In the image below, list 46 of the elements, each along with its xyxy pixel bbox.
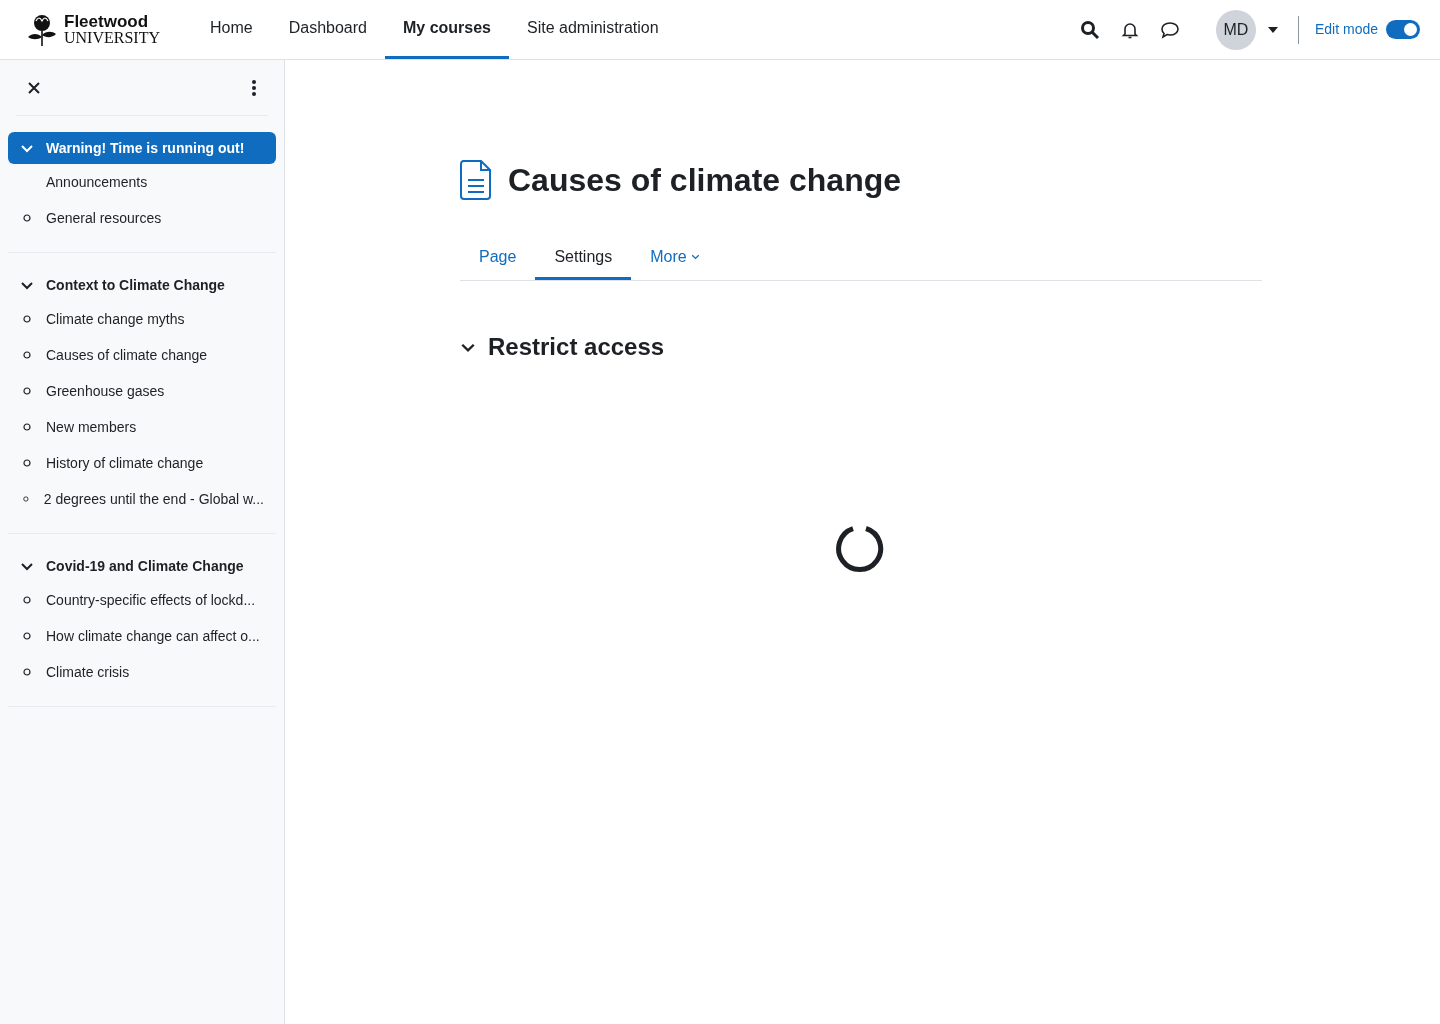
nav-link[interactable]: Site administration xyxy=(509,0,677,59)
activity-link[interactable]: Greenhouse gases xyxy=(8,373,276,409)
chevron-icon xyxy=(690,252,700,261)
page-title: Causes of climate change xyxy=(508,161,902,200)
kebab-menu-icon[interactable] xyxy=(252,79,256,96)
search-icon[interactable] xyxy=(1079,19,1100,40)
edit-mode-switch[interactable] xyxy=(1386,20,1420,39)
nav-link[interactable]: My courses xyxy=(384,0,509,59)
section-toggle[interactable]: Restrict access xyxy=(460,329,665,365)
activity-link[interactable]: General resources xyxy=(8,200,276,236)
section-heading[interactable]: Covid-19 and Climate Change xyxy=(8,550,276,582)
circle-icon xyxy=(23,214,31,222)
activity-link[interactable]: How climate change can affect o... xyxy=(8,618,276,654)
speech-bubble-icon[interactable] xyxy=(1159,19,1180,40)
page-tab[interactable]: More xyxy=(631,236,719,280)
loading-spinner-icon xyxy=(835,524,885,574)
circle-icon xyxy=(23,459,31,467)
caret-icon[interactable] xyxy=(1267,26,1278,33)
circle-icon xyxy=(23,632,31,640)
logo-name: Fleetwood xyxy=(64,13,150,30)
edit-mode-label: Edit mode xyxy=(1314,20,1378,39)
circle-icon xyxy=(23,351,31,359)
activity-link[interactable]: Announcements xyxy=(8,164,276,200)
user-avatar[interactable]: MD xyxy=(1215,9,1256,50)
activity-link[interactable]: Climate change myths xyxy=(8,301,276,337)
circle-icon xyxy=(23,423,31,431)
logo-subtitle: UNIVERSITY xyxy=(64,30,160,46)
close-icon[interactable] xyxy=(28,81,40,94)
document-icon xyxy=(460,160,492,200)
activity-link[interactable]: 2 degrees until the end - Global w... xyxy=(8,481,276,517)
nav-link[interactable]: Home xyxy=(192,0,271,59)
section-heading[interactable]: Context to Climate Change xyxy=(8,269,276,301)
circle-icon xyxy=(23,315,31,323)
circle-icon xyxy=(23,387,31,395)
circle-icon xyxy=(23,495,29,503)
page-tab[interactable]: Page xyxy=(460,236,536,280)
activity-link[interactable]: New members xyxy=(8,409,276,445)
circle-icon xyxy=(23,596,31,604)
activity-link[interactable]: Climate crisis xyxy=(8,654,276,690)
section-heading[interactable]: Warning! Time is running out! xyxy=(8,132,276,164)
activity-link[interactable]: History of climate change xyxy=(8,445,276,481)
page-tab[interactable]: Settings xyxy=(535,236,632,280)
activity-link[interactable]: Country-specific effects of lockd... xyxy=(8,582,276,618)
nav-link[interactable]: Dashboard xyxy=(270,0,385,59)
activity-link[interactable]: Causes of climate change xyxy=(8,337,276,373)
circle-icon xyxy=(23,668,31,676)
